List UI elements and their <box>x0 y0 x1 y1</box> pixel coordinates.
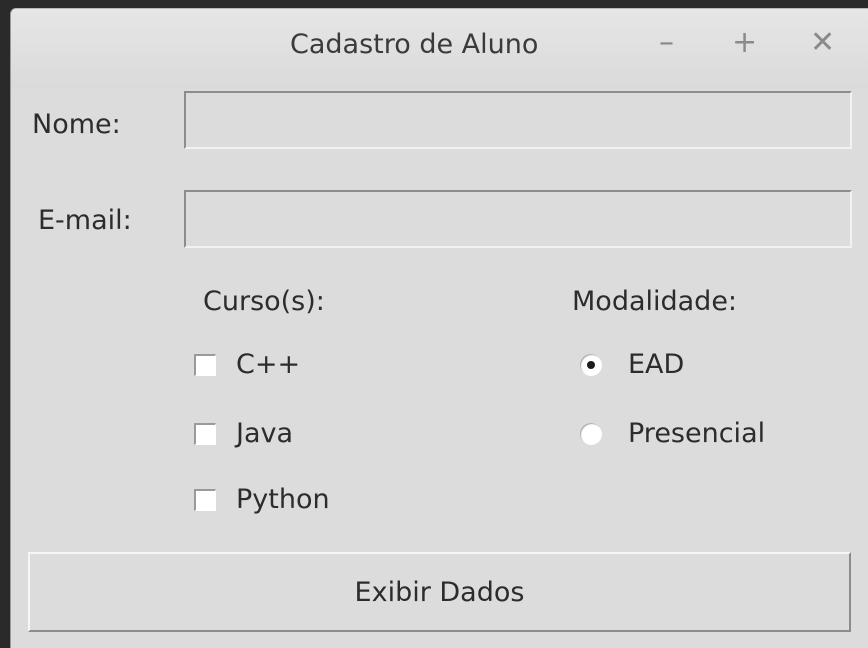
name-field[interactable] <box>184 91 852 149</box>
radio-unselected-icon[interactable] <box>580 422 602 445</box>
modality-label-ead: EAD <box>628 349 685 380</box>
checkbox-icon[interactable] <box>194 353 216 376</box>
course-label-java: Java <box>236 418 294 449</box>
window-title: Cadastro de Aluno <box>290 29 539 60</box>
course-checkbox-python[interactable]: Python <box>194 484 330 515</box>
checkbox-icon[interactable] <box>194 422 216 445</box>
title-bar[interactable]: Cadastro de Aluno – + ✕ <box>11 9 868 89</box>
checkbox-icon[interactable] <box>194 488 216 511</box>
minimize-icon[interactable]: – <box>659 25 674 61</box>
modality-radio-presencial[interactable]: Presencial <box>580 418 765 449</box>
course-label-cpp: C++ <box>236 349 301 380</box>
course-label-python: Python <box>236 484 330 515</box>
close-icon[interactable]: ✕ <box>810 25 835 61</box>
modality-label-presencial: Presencial <box>628 418 766 449</box>
radio-selected-icon[interactable] <box>580 353 602 376</box>
modality-radio-ead[interactable]: EAD <box>580 349 684 380</box>
modality-label: Modalidade: <box>572 286 738 317</box>
course-checkbox-java[interactable]: Java <box>194 418 293 449</box>
courses-label: Curso(s): <box>203 286 325 317</box>
app-window: Cadastro de Aluno – + ✕ Nome: E-mail: Cu… <box>10 8 868 648</box>
maximize-icon[interactable]: + <box>732 25 757 61</box>
show-data-button[interactable]: Exibir Dados <box>28 552 851 632</box>
email-label: E-mail: <box>38 205 132 236</box>
name-label: Nome: <box>32 109 121 140</box>
course-checkbox-cpp[interactable]: C++ <box>194 349 300 380</box>
email-field[interactable] <box>184 190 852 248</box>
